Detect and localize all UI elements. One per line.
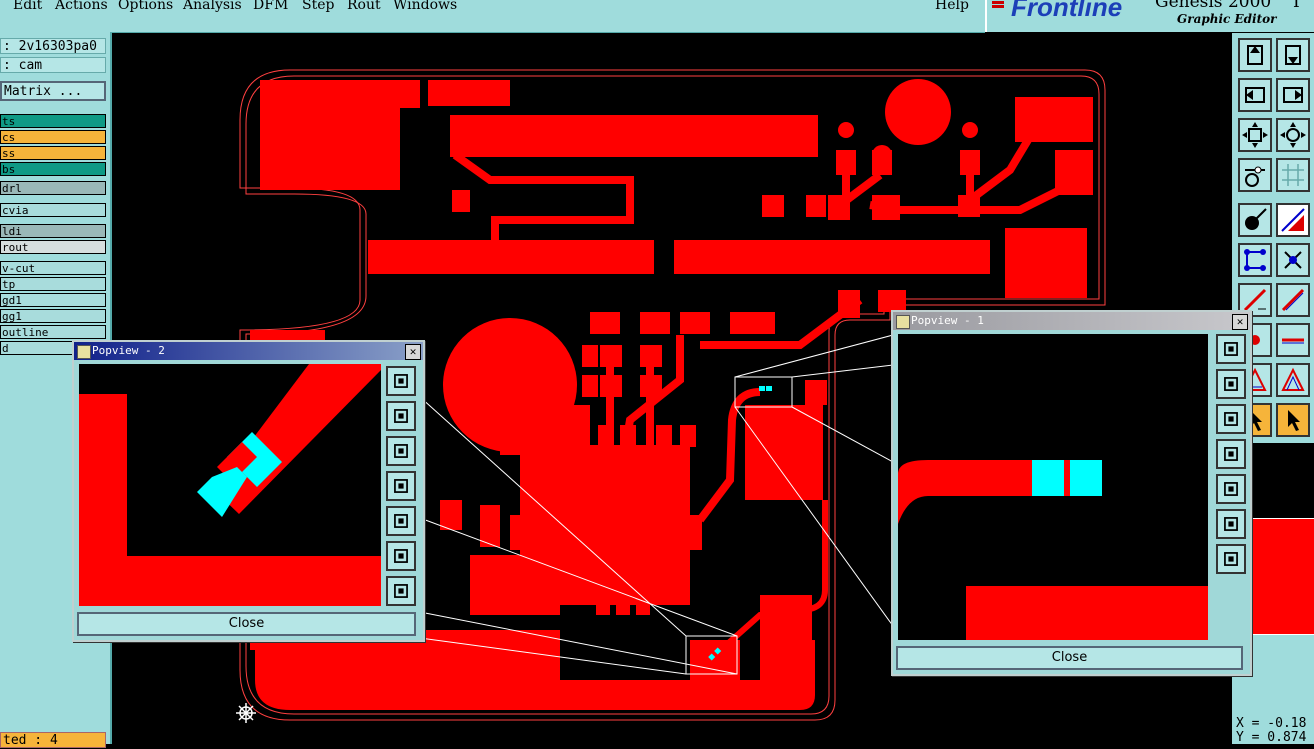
popview-2-title: Popview - 2 — [92, 344, 165, 357]
popview-2-titlebar[interactable]: Popview - 2 ✕ — [74, 342, 423, 360]
zoom-fit-icon[interactable] — [1216, 544, 1246, 574]
settings-icon[interactable] — [1238, 158, 1272, 192]
pan-down-icon[interactable] — [386, 436, 416, 466]
product-subtitle: Graphic Editor — [1177, 12, 1277, 26]
pan-down-icon[interactable] — [1276, 38, 1310, 72]
pan-up-icon[interactable] — [1216, 369, 1246, 399]
pan-left-icon[interactable] — [1216, 439, 1246, 469]
popview-1-close-x[interactable]: ✕ — [1232, 314, 1248, 330]
frontline-logo: Frontline Genesis 2000 Graphic Editor I — [985, 0, 1314, 32]
net-icon[interactable] — [1238, 243, 1272, 277]
layer-row[interactable]: v-cut — [0, 261, 106, 275]
x-coordinate: X = -0.18 — [1236, 716, 1307, 731]
pan-up-icon[interactable] — [1238, 38, 1272, 72]
y-coordinate: Y = 0.874 — [1236, 730, 1307, 745]
area-select-icon[interactable] — [1276, 203, 1310, 237]
menu-step[interactable]: Step — [302, 0, 334, 13]
pan-left-icon[interactable] — [386, 471, 416, 501]
popview-2-close-button[interactable]: Close — [77, 612, 416, 636]
popup-zoom-icon[interactable] — [386, 366, 416, 396]
layer-row[interactable]: tp — [0, 277, 106, 291]
menu-help[interactable]: Help — [935, 0, 969, 13]
logo-mark-icon — [992, 1, 1004, 8]
layer-row[interactable]: ts — [0, 114, 106, 128]
layer-row[interactable]: cs — [0, 130, 106, 144]
layer-row[interactable]: drl — [0, 181, 106, 195]
zoom-fit-icon[interactable] — [1276, 118, 1310, 152]
popview-1-close-button[interactable]: Close — [896, 646, 1243, 670]
popview-2-view[interactable] — [79, 364, 381, 606]
menu-actions[interactable]: Actions — [55, 0, 108, 13]
origin-marker-icon — [236, 703, 256, 723]
version-tail: I — [1293, 0, 1300, 12]
popview-1-window: Popview - 1 ✕ Close — [891, 310, 1252, 676]
menu-windows[interactable]: Windows — [393, 0, 457, 13]
popview-1-view[interactable] — [898, 334, 1208, 640]
add-surface-icon[interactable] — [1276, 323, 1310, 357]
menu-edit[interactable]: Edit — [13, 0, 42, 13]
selected-count: ted : 4 — [0, 732, 106, 748]
layer-row[interactable]: bs — [0, 162, 106, 176]
pan-right-icon[interactable] — [386, 506, 416, 536]
pan-right-icon[interactable] — [1216, 474, 1246, 504]
layer-row[interactable]: rout — [0, 240, 106, 254]
layer-row[interactable]: gg1 — [0, 309, 106, 323]
layer-row[interactable]: ss — [0, 146, 106, 160]
menu-options[interactable]: Options — [118, 0, 173, 13]
zoom-home-icon[interactable] — [386, 541, 416, 571]
zoom-home-icon[interactable] — [1238, 118, 1272, 152]
layer-row[interactable]: cvia — [0, 203, 106, 217]
menu-analysis[interactable]: Analysis — [183, 0, 242, 13]
zoom-home-icon[interactable] — [1216, 509, 1246, 539]
layer-row[interactable]: outline — [0, 325, 106, 339]
layer-row[interactable]: ldi — [0, 224, 106, 238]
grid-icon[interactable] — [1276, 158, 1310, 192]
window-menu-icon[interactable] — [77, 345, 91, 359]
coords-panel: X = -0.18 Y = 0.874 — [1232, 708, 1314, 745]
measure-angle-icon[interactable] — [1276, 363, 1310, 397]
pointer-icon[interactable] — [1276, 403, 1310, 437]
menu-bar: Edit Actions Options Analysis DFM Step R… — [0, 0, 985, 33]
window-menu-icon[interactable] — [896, 315, 910, 329]
zoom-fit-icon[interactable] — [386, 576, 416, 606]
pan-up-icon[interactable] — [386, 401, 416, 431]
popview-1-titlebar[interactable]: Popview - 1 ✕ — [893, 312, 1250, 330]
popview-2-close-x[interactable]: ✕ — [405, 344, 421, 360]
popview-1-title: Popview - 1 — [911, 314, 984, 327]
add-trace-icon[interactable] — [1276, 283, 1310, 317]
job-field[interactable]: : 2v16303pa0 — [0, 38, 106, 54]
menu-dfm[interactable]: DFM — [253, 0, 288, 13]
pan-right-icon[interactable] — [1276, 78, 1310, 112]
pan-left-icon[interactable] — [1238, 78, 1272, 112]
brand-name: Frontline — [1011, 0, 1123, 22]
product-name: Genesis 2000 — [1155, 0, 1272, 12]
menu-rout[interactable]: Rout — [347, 0, 381, 13]
feature-select-icon[interactable] — [1238, 203, 1272, 237]
delete-icon[interactable] — [1276, 243, 1310, 277]
mini-preview — [1252, 518, 1314, 635]
pan-down-icon[interactable] — [1216, 404, 1246, 434]
popup-zoom-icon[interactable] — [1216, 334, 1246, 364]
layer-row[interactable]: gd1 — [0, 293, 106, 307]
popview-2-window: Popview - 2 ✕ Close — [72, 340, 425, 642]
step-field[interactable]: : cam — [0, 57, 106, 73]
matrix-button[interactable]: Matrix ... — [0, 81, 106, 101]
